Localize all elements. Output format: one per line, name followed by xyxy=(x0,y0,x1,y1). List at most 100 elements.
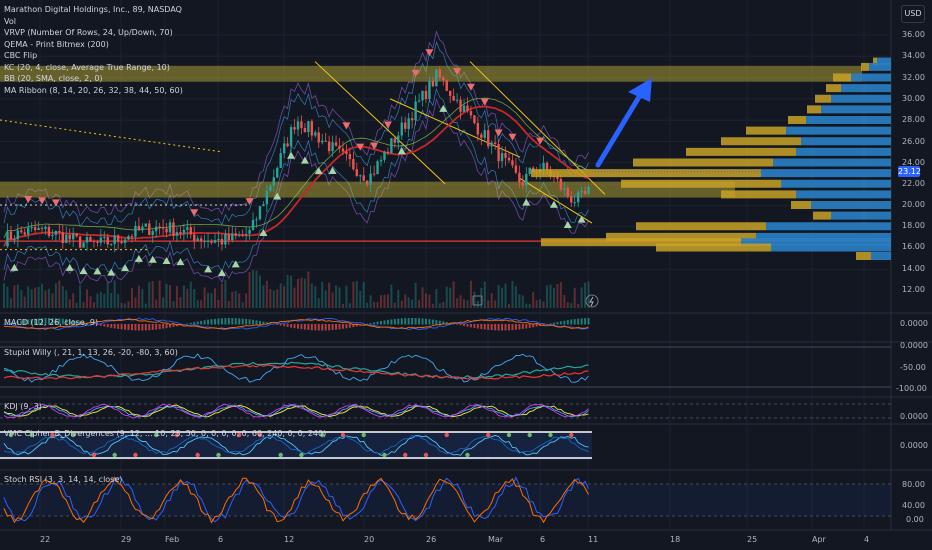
candle-body xyxy=(379,159,383,162)
candle-body xyxy=(158,226,161,228)
candle-body xyxy=(521,182,525,186)
macd-histogram xyxy=(587,318,590,325)
macd-histogram xyxy=(196,321,199,325)
volume-bar xyxy=(16,284,19,308)
volume-bar xyxy=(570,303,573,308)
vmc-dot xyxy=(195,452,200,458)
candle-body xyxy=(414,101,417,121)
macd-histogram xyxy=(497,324,500,331)
symbol-title[interactable]: Marathon Digital Holdings, Inc., 89, NAS… xyxy=(4,4,183,16)
candle-body xyxy=(141,226,144,231)
indicator-ma-ribbon[interactable]: MA Ribbon (8, 14, 20, 26, 32, 38, 44, 50… xyxy=(4,85,183,97)
candle-body xyxy=(421,90,424,101)
candle-body xyxy=(217,238,220,241)
volume-bar xyxy=(345,285,348,308)
price-label: 22.00 xyxy=(902,179,925,188)
volume-bar xyxy=(546,285,549,308)
volume-bar xyxy=(6,286,9,308)
indicator-cbc[interactable]: CBC Flip xyxy=(4,50,183,62)
volume-bar xyxy=(227,300,230,308)
candle-body xyxy=(78,236,82,248)
macd-histogram xyxy=(501,324,504,331)
vrvp-down-bar xyxy=(861,62,869,71)
candle-body xyxy=(435,69,438,87)
volume-bar xyxy=(124,303,127,308)
volume-bar xyxy=(130,288,133,308)
candle-body xyxy=(199,238,203,242)
macd-histogram xyxy=(151,324,154,330)
macd-histogram xyxy=(258,320,261,325)
candle-body xyxy=(369,173,372,185)
volume-bar xyxy=(528,303,531,308)
candle-body xyxy=(213,240,217,243)
vmc-dot xyxy=(340,432,346,438)
candle-body xyxy=(448,90,452,96)
candle-body xyxy=(442,77,445,81)
vmc-label[interactable]: VMC Cipher_B_Divergences (9, 12, ... 10,… xyxy=(4,429,326,438)
candle-body xyxy=(241,234,244,236)
candle-body xyxy=(490,142,493,147)
volume-bar xyxy=(438,303,441,308)
vrvp-down-bar xyxy=(656,243,771,252)
volume-bar xyxy=(234,290,237,308)
buy-signal xyxy=(65,263,74,271)
vmc-dot xyxy=(216,452,221,458)
vmc-dot xyxy=(423,452,429,458)
buy-signal xyxy=(563,220,572,228)
volume-bar xyxy=(393,302,396,308)
macd-histogram xyxy=(207,319,210,325)
candle-body xyxy=(528,167,531,174)
buy-signal xyxy=(397,147,406,155)
volume-bar xyxy=(549,284,552,308)
macd-histogram xyxy=(338,324,341,330)
candle-body xyxy=(227,234,231,241)
macd-histogram xyxy=(549,323,552,325)
indicator-vol[interactable]: Vol xyxy=(4,16,183,28)
vmc-axis-label: 0.0000 xyxy=(900,441,928,450)
vrvp-up-bar xyxy=(771,243,891,252)
candle-body xyxy=(182,229,186,234)
vmc-dot xyxy=(444,432,449,438)
legend: Marathon Digital Holdings, Inc., 89, NAS… xyxy=(4,4,183,96)
volume-bar xyxy=(494,300,497,308)
macd-histogram xyxy=(507,324,510,331)
volume-bar xyxy=(158,280,161,308)
volume-bar xyxy=(106,282,109,308)
vrvp-up-bar xyxy=(796,190,891,199)
vmc-dot xyxy=(382,452,387,458)
stupid-willy-label[interactable]: Stupid Willy (, 21, 1, 13, 26, -20, -80,… xyxy=(4,348,178,357)
candle-body xyxy=(559,178,563,190)
time-label: 18 xyxy=(670,535,681,544)
candle-body xyxy=(397,135,400,143)
macd-histogram xyxy=(348,324,351,328)
volume-bar xyxy=(539,299,542,308)
macd-histogram xyxy=(383,320,386,325)
macd-histogram xyxy=(172,324,175,327)
indicator-vrvp[interactable]: VRVP (Number Of Rows, 24, Up/Down, 70) xyxy=(4,27,183,39)
macd-label[interactable]: MACD (12, 26, close, 9) xyxy=(4,318,98,327)
kdj-label[interactable]: KDJ (9, 3) xyxy=(4,402,42,411)
candle-body xyxy=(493,142,497,144)
candle-body xyxy=(317,132,320,143)
macd-histogram xyxy=(535,324,538,327)
macd-histogram xyxy=(158,324,161,330)
stoch-rsi-label[interactable]: Stoch RSI (3, 3, 14, 14, close) xyxy=(4,475,122,484)
candle-body xyxy=(542,162,545,170)
volume-bar xyxy=(47,288,50,308)
vmc-dot xyxy=(506,432,512,438)
indicator-kc[interactable]: KC (20, 4, close, Average True Range, 10… xyxy=(4,62,183,74)
indicator-qema[interactable]: QEMA - Print Bitmex (200) xyxy=(4,39,183,51)
currency-button[interactable]: USD xyxy=(901,5,925,23)
volume-bar xyxy=(456,298,459,308)
candle-body xyxy=(293,127,296,130)
indicator-bb[interactable]: BB (20, SMA, close, 2, 0) xyxy=(4,73,183,85)
candle-body xyxy=(154,226,158,232)
volume-bar xyxy=(34,287,37,308)
candle-body xyxy=(587,186,590,194)
macd-histogram xyxy=(303,324,306,330)
candle-body xyxy=(172,222,175,236)
candle-body xyxy=(71,233,75,240)
macd-histogram xyxy=(203,320,206,325)
candle-body xyxy=(123,239,127,244)
macd-histogram xyxy=(290,324,293,328)
